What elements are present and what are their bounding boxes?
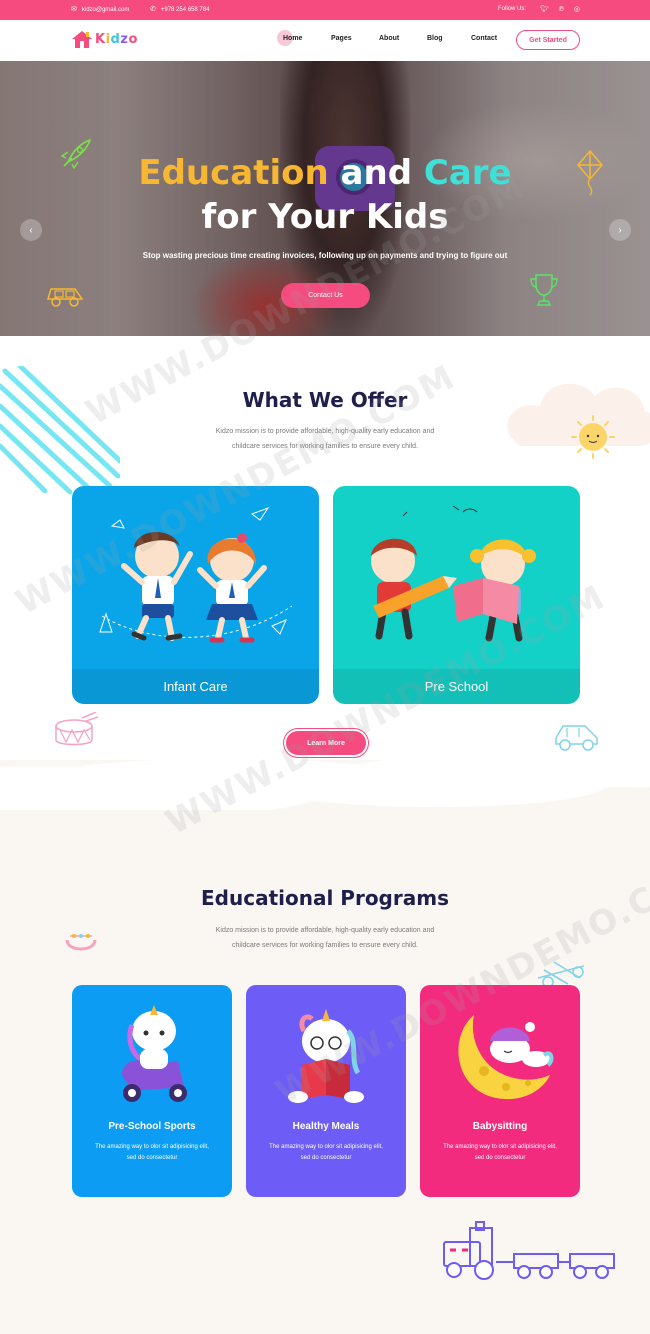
nav-blog-label: Blog xyxy=(427,35,443,42)
nav-home-label: Home xyxy=(283,35,303,42)
social-links: 🐦︎ ℗ ◎ xyxy=(540,6,580,13)
unicorn-moon-illustration xyxy=(458,1015,554,1100)
offer-title: What We Offer xyxy=(242,388,408,412)
nav-pages[interactable]: Pages xyxy=(331,35,352,42)
offer-description-line1: Kidzo mission is to provide affordable, … xyxy=(215,428,435,435)
toy-plane-icon xyxy=(537,961,585,988)
programs-description-line1: Kidzo mission is to provide affordable, … xyxy=(215,927,435,934)
healthy-meals-text: The amazing way to olor sit adipisicing … xyxy=(269,1144,383,1161)
logo-text: Kidzo xyxy=(95,31,138,47)
email-contact[interactable]: ✉ kidzo@gmail.com xyxy=(71,6,129,13)
pre-school-card[interactable]: Pre School xyxy=(333,486,580,704)
nav-about-label: About xyxy=(379,35,400,42)
follow-text: Follow Us: xyxy=(498,6,527,12)
babysitting-text: The amazing way to olor sit adipisicing … xyxy=(443,1144,557,1161)
hero-banner: Education and Care for Your Kids Stop wa… xyxy=(0,61,650,336)
pre-school-sports-card[interactable]: Pre-School Sports The amazing way to olo… xyxy=(72,985,232,1197)
dancing-kids-illustration xyxy=(99,506,293,643)
hero-subtitle: Stop wasting precious time creating invo… xyxy=(142,251,508,260)
programs-title: Educational Programs xyxy=(201,886,449,910)
slider-next-button[interactable]: › xyxy=(609,219,631,241)
chevron-left-icon: ‹ xyxy=(29,224,33,236)
hero-title-line2: for Your Kids xyxy=(201,197,449,237)
kids-reading-illustration xyxy=(371,505,536,642)
offer-description-line2: childcare services for working families … xyxy=(232,443,418,450)
hero-title-word-and: and xyxy=(340,153,413,193)
infant-care-card[interactable]: Infant Care xyxy=(72,486,319,704)
instagram-icon[interactable]: ◎ xyxy=(574,6,580,13)
drum-icon xyxy=(55,712,98,746)
babysitting-card[interactable]: Babysitting The amazing way to olor sit … xyxy=(420,985,580,1197)
phone-text: +978 254 658 784 xyxy=(160,6,210,13)
phone-icon: ✆ xyxy=(150,6,156,13)
email-text: kidzo@gmail.com xyxy=(81,6,130,13)
offer-section: What We Offer Kidzo mission is to provid… xyxy=(0,336,650,786)
healthy-meals-card[interactable]: Healthy Meals The amazing way to olor si… xyxy=(246,985,406,1197)
pre-school-sports-title: Pre-School Sports xyxy=(108,1121,196,1132)
infant-care-label: Infant Care xyxy=(72,669,319,704)
chevron-right-icon: › xyxy=(618,224,622,236)
toy-car-icon xyxy=(46,288,84,307)
pre-school-label: Pre School xyxy=(333,669,580,704)
trophy-icon xyxy=(530,274,558,306)
programs-section: Educational Programs Kidzo mission is to… xyxy=(0,760,650,1334)
hero-title-word-care: Care xyxy=(423,153,512,193)
mail-icon: ✉ xyxy=(71,6,77,13)
nav-blog[interactable]: Blog xyxy=(427,35,443,42)
nav-pages-label: Pages xyxy=(331,35,352,42)
pre-school-sports-text: The amazing way to olor sit adipisicing … xyxy=(95,1144,209,1161)
get-started-button[interactable]: Get Started xyxy=(516,30,580,50)
follow-label: Follow Us: xyxy=(498,6,526,12)
logo[interactable]: Kidzo xyxy=(71,30,138,48)
contact-us-button[interactable]: Contact Us xyxy=(281,283,370,308)
car-icon xyxy=(555,725,598,751)
hero-title-line1: Education and Care xyxy=(0,153,650,193)
babysitting-title: Babysitting xyxy=(472,1121,528,1132)
healthy-meals-title: Healthy Meals xyxy=(292,1121,360,1132)
nav-about[interactable]: About xyxy=(379,35,399,42)
offer-description: Kidzo mission is to provide affordable, … xyxy=(0,424,650,454)
unicorn-reading-illustration xyxy=(288,1009,364,1103)
nav-home[interactable]: Home xyxy=(277,30,303,46)
twitter-icon[interactable]: 🐦︎ xyxy=(540,6,549,13)
top-bar: ✉ kidzo@gmail.com ✆ +978 254 658 784 Fol… xyxy=(0,0,650,20)
hero-title-word-education: Education xyxy=(138,153,329,193)
programs-description-line2: childcare services for working families … xyxy=(232,942,418,949)
nav-contact-label: Contact xyxy=(471,35,498,42)
slider-prev-button[interactable]: ‹ xyxy=(20,219,42,241)
nav-contact[interactable]: Contact xyxy=(471,35,497,42)
house-logo-icon xyxy=(72,31,92,48)
cloud-border-decoration xyxy=(0,760,650,810)
learn-more-button[interactable]: Learn More xyxy=(286,731,366,755)
header: Kidzo Home Pages About Blog Contact Get … xyxy=(0,20,650,61)
pinterest-icon[interactable]: ℗ xyxy=(559,6,564,13)
toy-train-decoration xyxy=(443,1221,615,1280)
programs-description: Kidzo mission is to provide affordable, … xyxy=(0,923,650,953)
phone-contact[interactable]: ✆ +978 254 658 784 xyxy=(150,6,209,13)
unicorn-scooter-illustration xyxy=(122,1005,187,1102)
